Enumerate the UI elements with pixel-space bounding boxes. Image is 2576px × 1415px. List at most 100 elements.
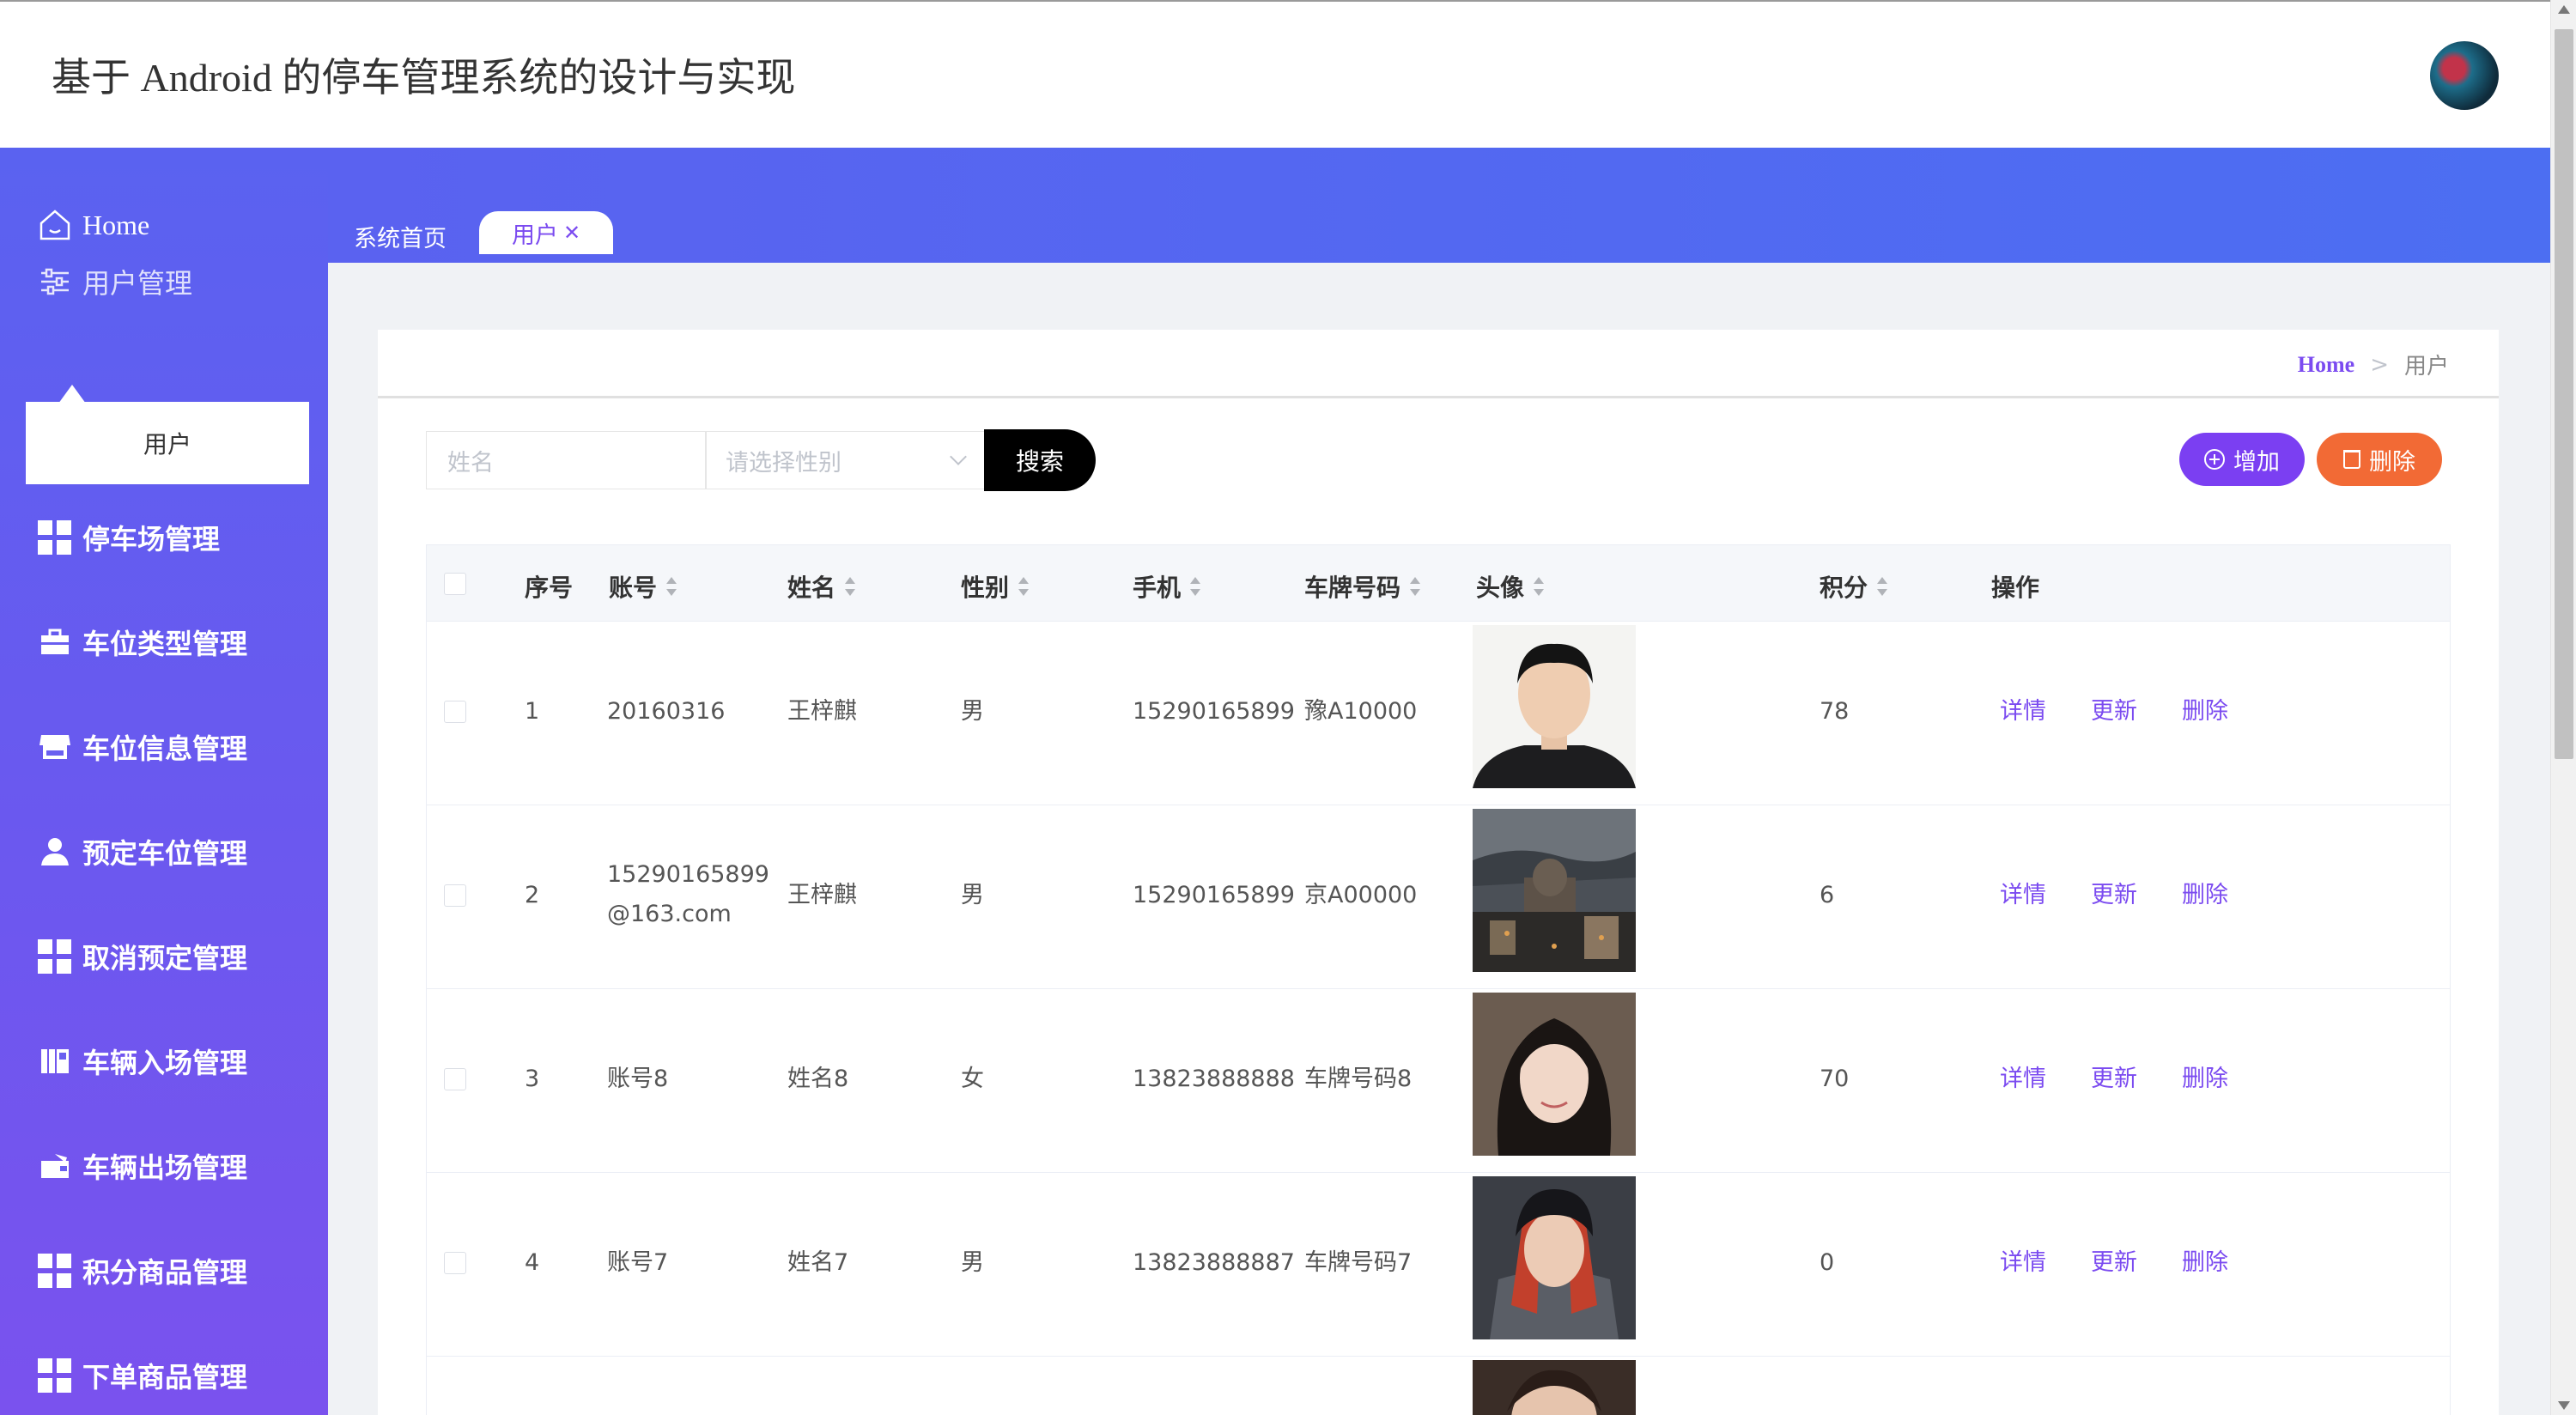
delete-link[interactable]: 删除 xyxy=(2182,876,2228,909)
select-all-checkbox[interactable] xyxy=(444,573,466,595)
detail-link[interactable]: 详情 xyxy=(2000,1060,2046,1093)
header-phone[interactable]: 手机 xyxy=(1133,569,1201,604)
update-link[interactable]: 更新 xyxy=(2091,692,2137,726)
user-table: 序号 账号 姓名 性别 手机 车牌号码 头像 积分 操作 1 20160316 … xyxy=(426,544,2451,1415)
header-gender[interactable]: 性别 xyxy=(961,569,1030,604)
close-icon[interactable]: ✕ xyxy=(563,221,580,245)
sort-icon[interactable] xyxy=(1189,577,1201,596)
submenu-caret xyxy=(58,385,86,404)
update-link[interactable]: 更新 xyxy=(2091,876,2137,909)
sort-icon[interactable] xyxy=(1409,577,1421,596)
header-points[interactable]: 积分 xyxy=(1820,569,1888,604)
row-checkbox[interactable] xyxy=(444,1252,466,1274)
sidebar-item-home[interactable]: Home xyxy=(38,199,149,251)
sidebar-item-space-type[interactable]: 车位类型管理 xyxy=(38,616,247,668)
cell-plate: 京A00000 xyxy=(1304,882,1418,908)
row-checkbox[interactable] xyxy=(444,1068,466,1090)
cell-name: 姓名8 xyxy=(787,1066,849,1092)
breadcrumb-separator: > xyxy=(2370,351,2389,378)
table-row: 2 15290165899 @163.com 王梓麒 男 15290165899… xyxy=(426,805,2451,989)
tab-home[interactable]: 系统首页 xyxy=(354,220,447,253)
sidebar-item-points-goods[interactable]: 积分商品管理 xyxy=(38,1245,247,1297)
detail-link[interactable]: 详情 xyxy=(2000,876,2046,909)
briefcase-icon xyxy=(41,629,69,654)
sidebar-item-space-info[interactable]: 车位信息管理 xyxy=(38,721,247,773)
delete-button[interactable]: 删除 xyxy=(2317,433,2442,486)
sidebar: Home 用户管理 用户 停车场管理 车位类型管理 车位信息管理 预定车位管理 … xyxy=(0,148,328,1415)
cell-gender: 男 xyxy=(961,698,984,725)
sidebar-item-vehicle-entry[interactable]: 车辆入场管理 xyxy=(38,1035,247,1087)
scroll-up-arrow-icon[interactable] xyxy=(2558,5,2570,14)
cell-name: 王梓麒 xyxy=(787,698,857,725)
tab-user[interactable]: 用户 ✕ xyxy=(479,211,613,254)
person-icon xyxy=(41,838,69,865)
cell-index: 2 xyxy=(525,882,540,908)
gender-select[interactable]: 请选择性别 xyxy=(706,431,986,489)
row-checkbox[interactable] xyxy=(444,701,466,723)
header-name[interactable]: 姓名 xyxy=(787,569,856,604)
sidebar-item-label: 车位信息管理 xyxy=(82,733,248,764)
detail-link[interactable]: 详情 xyxy=(2000,692,2046,726)
sidebar-item-label: 积分商品管理 xyxy=(82,1257,248,1288)
sort-icon[interactable] xyxy=(1533,577,1545,596)
cell-points: 0 xyxy=(1820,1249,1835,1276)
header-label: 手机 xyxy=(1133,574,1182,602)
delete-link[interactable]: 删除 xyxy=(2182,692,2228,726)
trash-icon xyxy=(2343,450,2360,469)
sliders-icon xyxy=(41,268,69,295)
sidebar-item-label: 用户管理 xyxy=(82,268,193,299)
header-avatar[interactable]: 头像 xyxy=(1476,569,1545,604)
scroll-down-arrow-icon[interactable] xyxy=(2558,1401,2570,1410)
sidebar-item-label: 停车场管理 xyxy=(82,524,221,555)
detail-link[interactable]: 详情 xyxy=(2000,1243,2046,1277)
sidebar-item-reservation[interactable]: 预定车位管理 xyxy=(38,826,247,878)
breadcrumb-home[interactable]: Home xyxy=(2298,352,2354,378)
sidebar-item-vehicle-exit[interactable]: 车辆出场管理 xyxy=(38,1140,247,1192)
chevron-down-icon xyxy=(950,448,967,465)
delete-link[interactable]: 删除 xyxy=(2182,1060,2228,1093)
app-title: 基于 Android 的停车管理系统的设计与实现 xyxy=(52,56,796,100)
cell-gender: 男 xyxy=(961,1249,984,1276)
cell-plate: 车牌号码8 xyxy=(1304,1066,1413,1092)
header-plate[interactable]: 车牌号码 xyxy=(1304,569,1421,604)
update-link[interactable]: 更新 xyxy=(2091,1243,2137,1277)
sort-icon[interactable] xyxy=(844,577,856,596)
city-photo-icon xyxy=(1473,809,1636,972)
sort-icon[interactable] xyxy=(1018,577,1030,596)
cell-account: 账号7 xyxy=(607,1249,669,1276)
sidebar-subitem-user[interactable]: 用户 xyxy=(26,402,309,484)
header-actions: 操作 xyxy=(1991,569,2039,604)
books-icon xyxy=(41,1049,69,1073)
header-label: 姓名 xyxy=(787,574,836,602)
content-card: Home > 用户 姓名 请选择性别 搜索 增加 删除 序号 账号 姓名 性别 … xyxy=(378,330,2499,1415)
page-scrollbar[interactable] xyxy=(2550,0,2576,1415)
table-header: 序号 账号 姓名 性别 手机 车牌号码 头像 积分 操作 xyxy=(426,544,2451,622)
delete-link[interactable]: 删除 xyxy=(2182,1243,2228,1277)
tab-label: 用户 xyxy=(511,222,558,249)
header-account[interactable]: 账号 xyxy=(609,569,677,604)
sidebar-item-order-goods[interactable]: 下单商品管理 xyxy=(38,1350,247,1401)
scrollbar-thumb[interactable] xyxy=(2555,29,2573,759)
cell-index: 1 xyxy=(525,698,540,725)
sort-icon[interactable] xyxy=(1876,577,1888,596)
sort-icon[interactable] xyxy=(665,577,677,596)
add-button[interactable]: 增加 xyxy=(2179,433,2305,486)
grid-icon xyxy=(38,939,72,974)
header-label: 序号 xyxy=(525,574,574,602)
name-search-input[interactable]: 姓名 xyxy=(426,431,706,489)
cell-phone: 15290165899 xyxy=(1133,698,1295,725)
sidebar-item-label: 车辆出场管理 xyxy=(82,1152,248,1183)
sidebar-subitem-label: 用户 xyxy=(143,432,191,459)
update-link[interactable]: 更新 xyxy=(2091,1060,2137,1093)
table-row: 1 20160316 王梓麒 男 15290165899 豫A10000 78 … xyxy=(426,622,2451,805)
sidebar-item-parking-lot[interactable]: 停车场管理 xyxy=(38,512,220,563)
sidebar-item-user-management[interactable]: 用户管理 xyxy=(38,256,192,307)
table-row: 4 账号7 姓名7 男 13823888887 车牌号码7 0 详情 更新 删除 xyxy=(426,1173,2451,1357)
header-label: 积分 xyxy=(1820,574,1868,602)
sidebar-item-cancel-reservation[interactable]: 取消预定管理 xyxy=(38,931,247,982)
row-checkbox[interactable] xyxy=(444,884,466,907)
cell-phone: 15290165899 xyxy=(1133,882,1295,908)
user-avatar[interactable] xyxy=(2430,41,2499,110)
table-row xyxy=(426,1357,2451,1415)
search-button[interactable]: 搜索 xyxy=(984,429,1096,491)
